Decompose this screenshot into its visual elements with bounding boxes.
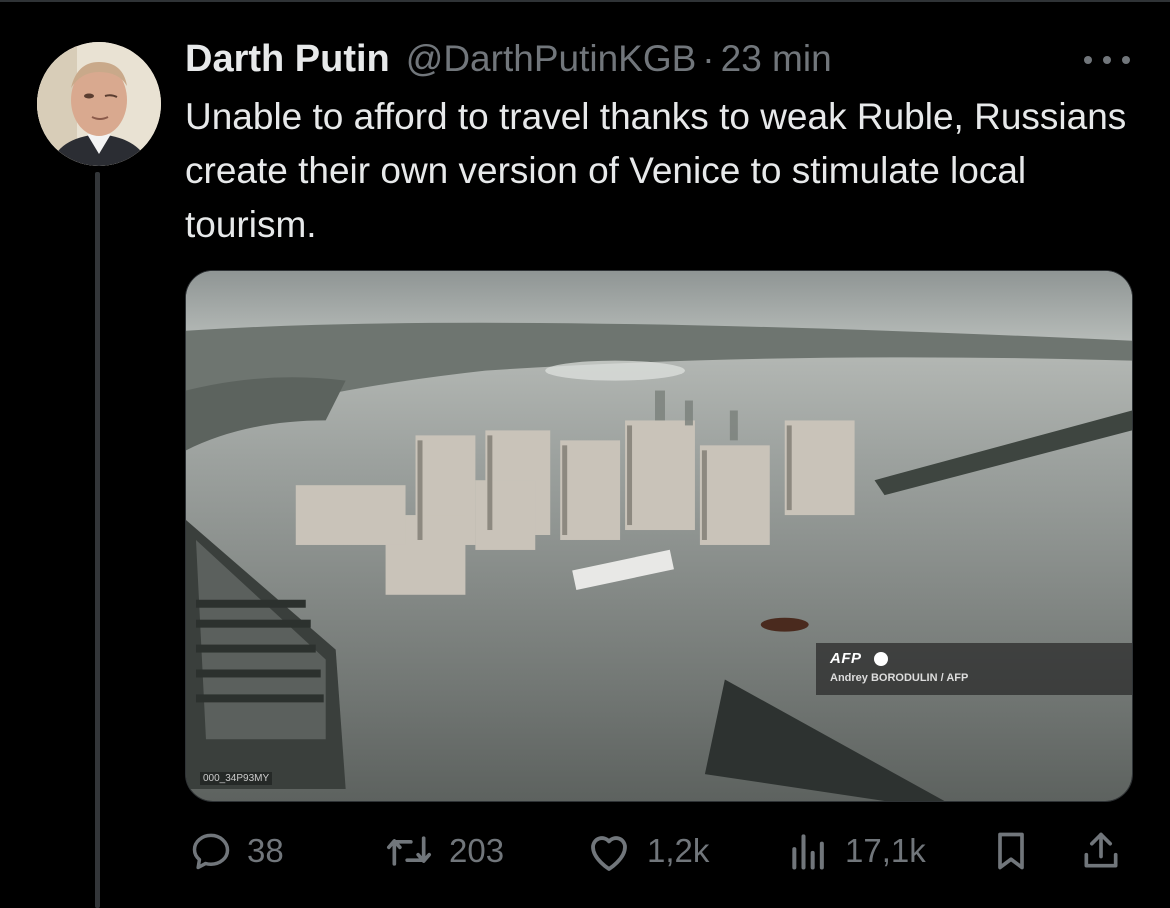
views-icon bbox=[792, 834, 824, 870]
reply-count: 38 bbox=[247, 832, 284, 869]
share-icon bbox=[1084, 832, 1118, 868]
tweet-media[interactable]: AFP Andrey BORODULIN / AFP 000_34P93MY bbox=[185, 270, 1133, 802]
avatar[interactable] bbox=[37, 42, 161, 166]
heart-icon bbox=[591, 836, 627, 871]
more-icon[interactable] bbox=[1082, 40, 1132, 80]
more-dot bbox=[1122, 56, 1130, 64]
reply-button[interactable]: 38 bbox=[189, 826, 284, 876]
reply-icon bbox=[192, 833, 230, 870]
share-button[interactable] bbox=[1079, 826, 1123, 876]
bookmark-icon bbox=[998, 832, 1024, 870]
more-dot bbox=[1103, 56, 1111, 64]
separator-dot: · bbox=[702, 38, 715, 79]
views-button[interactable]: 17,1k bbox=[787, 826, 926, 876]
more-dot bbox=[1084, 56, 1092, 64]
thread-line bbox=[95, 172, 100, 908]
top-divider bbox=[0, 0, 1170, 2]
afp-logo: AFP bbox=[830, 650, 862, 667]
image-id: 000_34P93MY bbox=[200, 772, 273, 785]
like-count: 1,2k bbox=[647, 832, 710, 869]
avatar-image bbox=[37, 42, 161, 166]
retweet-count: 203 bbox=[449, 832, 505, 869]
like-button[interactable]: 1,2k bbox=[585, 826, 709, 876]
retweet-icon bbox=[387, 836, 431, 866]
tweet-text: Unable to afford to travel thanks to wea… bbox=[185, 96, 1127, 245]
bookmark-button[interactable] bbox=[989, 826, 1033, 876]
tweet-header: Darth Putin @DarthPutinKGB · 23 min bbox=[185, 38, 832, 82]
action-bar: 38 203 1,2k 17,1k bbox=[185, 826, 1133, 876]
photo-credit: AFP Andrey BORODULIN / AFP bbox=[816, 643, 1132, 695]
user-handle[interactable]: @DarthPutinKGB bbox=[406, 38, 697, 80]
retweet-button[interactable]: 203 bbox=[383, 826, 504, 876]
flood-photo bbox=[186, 271, 1132, 801]
afp-logo-dot bbox=[874, 652, 888, 666]
credit-text: Andrey BORODULIN / AFP bbox=[830, 672, 969, 684]
display-name[interactable]: Darth Putin bbox=[185, 38, 390, 81]
views-count: 17,1k bbox=[845, 832, 926, 869]
timestamp[interactable]: 23 min bbox=[721, 38, 832, 80]
